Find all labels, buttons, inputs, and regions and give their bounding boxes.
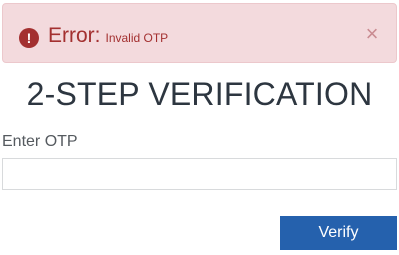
otp-input[interactable] — [2, 158, 397, 190]
alert-message: Invalid OTP — [105, 31, 169, 45]
otp-verification-page: ! Error: Invalid OTP × 2-STEP VERIFICATIO… — [0, 0, 399, 255]
page-title: 2-STEP VERIFICATION — [26, 76, 373, 112]
exclamation-circle-icon: ! — [19, 28, 39, 48]
alert-heading: Error: Invalid OTP — [48, 24, 168, 50]
alert-heading-text: Error: — [48, 24, 101, 47]
verify-button[interactable]: Verify — [280, 216, 397, 250]
close-icon[interactable]: × — [362, 23, 382, 45]
otp-label: Enter OTP — [2, 133, 78, 150]
error-alert: ! Error: Invalid OTP × — [2, 3, 397, 63]
